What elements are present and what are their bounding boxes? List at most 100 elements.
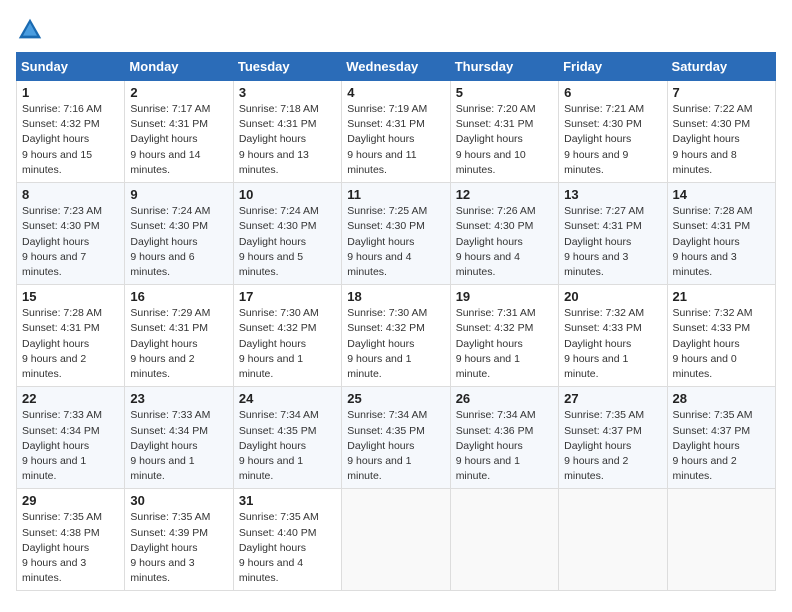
calendar-week-row: 15 Sunrise: 7:28 AM Sunset: 4:31 PM Dayl… (17, 285, 776, 387)
day-info: Sunrise: 7:16 AM Sunset: 4:32 PM Dayligh… (22, 102, 119, 178)
day-info: Sunrise: 7:34 AM Sunset: 4:36 PM Dayligh… (456, 408, 553, 484)
day-number: 28 (673, 391, 770, 406)
calendar-day-cell: 30 Sunrise: 7:35 AM Sunset: 4:39 PM Dayl… (125, 489, 233, 591)
day-number: 3 (239, 85, 336, 100)
day-info: Sunrise: 7:35 AM Sunset: 4:37 PM Dayligh… (673, 408, 770, 484)
weekday-header-cell: Thursday (450, 53, 558, 81)
calendar-day-cell: 18 Sunrise: 7:30 AM Sunset: 4:32 PM Dayl… (342, 285, 450, 387)
calendar-day-cell: 21 Sunrise: 7:32 AM Sunset: 4:33 PM Dayl… (667, 285, 775, 387)
day-info: Sunrise: 7:20 AM Sunset: 4:31 PM Dayligh… (456, 102, 553, 178)
day-number: 2 (130, 85, 227, 100)
calendar-day-cell: 2 Sunrise: 7:17 AM Sunset: 4:31 PM Dayli… (125, 81, 233, 183)
day-info: Sunrise: 7:27 AM Sunset: 4:31 PM Dayligh… (564, 204, 661, 280)
day-number: 19 (456, 289, 553, 304)
calendar-day-cell: 3 Sunrise: 7:18 AM Sunset: 4:31 PM Dayli… (233, 81, 341, 183)
day-number: 20 (564, 289, 661, 304)
calendar-day-cell: 8 Sunrise: 7:23 AM Sunset: 4:30 PM Dayli… (17, 183, 125, 285)
calendar-day-cell: 31 Sunrise: 7:35 AM Sunset: 4:40 PM Dayl… (233, 489, 341, 591)
weekday-header-cell: Tuesday (233, 53, 341, 81)
weekday-header-cell: Sunday (17, 53, 125, 81)
weekday-header-row: SundayMondayTuesdayWednesdayThursdayFrid… (17, 53, 776, 81)
calendar-day-cell: 12 Sunrise: 7:26 AM Sunset: 4:30 PM Dayl… (450, 183, 558, 285)
calendar-day-cell: 16 Sunrise: 7:29 AM Sunset: 4:31 PM Dayl… (125, 285, 233, 387)
calendar-day-cell: 14 Sunrise: 7:28 AM Sunset: 4:31 PM Dayl… (667, 183, 775, 285)
day-number: 17 (239, 289, 336, 304)
day-number: 26 (456, 391, 553, 406)
calendar-day-cell: 26 Sunrise: 7:34 AM Sunset: 4:36 PM Dayl… (450, 387, 558, 489)
day-info: Sunrise: 7:28 AM Sunset: 4:31 PM Dayligh… (22, 306, 119, 382)
day-number: 21 (673, 289, 770, 304)
calendar-day-cell (342, 489, 450, 591)
day-number: 30 (130, 493, 227, 508)
day-info: Sunrise: 7:35 AM Sunset: 4:38 PM Dayligh… (22, 510, 119, 586)
day-number: 15 (22, 289, 119, 304)
day-info: Sunrise: 7:23 AM Sunset: 4:30 PM Dayligh… (22, 204, 119, 280)
logo (16, 16, 48, 44)
calendar-day-cell: 20 Sunrise: 7:32 AM Sunset: 4:33 PM Dayl… (559, 285, 667, 387)
day-number: 16 (130, 289, 227, 304)
calendar-day-cell (559, 489, 667, 591)
calendar-day-cell: 28 Sunrise: 7:35 AM Sunset: 4:37 PM Dayl… (667, 387, 775, 489)
page-header (16, 16, 776, 44)
day-info: Sunrise: 7:19 AM Sunset: 4:31 PM Dayligh… (347, 102, 444, 178)
day-info: Sunrise: 7:24 AM Sunset: 4:30 PM Dayligh… (130, 204, 227, 280)
weekday-header-cell: Friday (559, 53, 667, 81)
day-number: 4 (347, 85, 444, 100)
calendar-week-row: 1 Sunrise: 7:16 AM Sunset: 4:32 PM Dayli… (17, 81, 776, 183)
day-info: Sunrise: 7:26 AM Sunset: 4:30 PM Dayligh… (456, 204, 553, 280)
day-info: Sunrise: 7:33 AM Sunset: 4:34 PM Dayligh… (22, 408, 119, 484)
day-number: 6 (564, 85, 661, 100)
day-info: Sunrise: 7:34 AM Sunset: 4:35 PM Dayligh… (239, 408, 336, 484)
day-info: Sunrise: 7:32 AM Sunset: 4:33 PM Dayligh… (673, 306, 770, 382)
day-info: Sunrise: 7:31 AM Sunset: 4:32 PM Dayligh… (456, 306, 553, 382)
day-info: Sunrise: 7:22 AM Sunset: 4:30 PM Dayligh… (673, 102, 770, 178)
day-number: 27 (564, 391, 661, 406)
calendar-day-cell: 7 Sunrise: 7:22 AM Sunset: 4:30 PM Dayli… (667, 81, 775, 183)
day-info: Sunrise: 7:34 AM Sunset: 4:35 PM Dayligh… (347, 408, 444, 484)
day-info: Sunrise: 7:35 AM Sunset: 4:37 PM Dayligh… (564, 408, 661, 484)
day-info: Sunrise: 7:30 AM Sunset: 4:32 PM Dayligh… (347, 306, 444, 382)
calendar-day-cell: 29 Sunrise: 7:35 AM Sunset: 4:38 PM Dayl… (17, 489, 125, 591)
calendar-week-row: 29 Sunrise: 7:35 AM Sunset: 4:38 PM Dayl… (17, 489, 776, 591)
calendar-day-cell: 24 Sunrise: 7:34 AM Sunset: 4:35 PM Dayl… (233, 387, 341, 489)
day-number: 23 (130, 391, 227, 406)
day-info: Sunrise: 7:35 AM Sunset: 4:40 PM Dayligh… (239, 510, 336, 586)
day-number: 5 (456, 85, 553, 100)
calendar-day-cell: 19 Sunrise: 7:31 AM Sunset: 4:32 PM Dayl… (450, 285, 558, 387)
day-info: Sunrise: 7:33 AM Sunset: 4:34 PM Dayligh… (130, 408, 227, 484)
calendar-day-cell (450, 489, 558, 591)
calendar-day-cell: 6 Sunrise: 7:21 AM Sunset: 4:30 PM Dayli… (559, 81, 667, 183)
day-number: 10 (239, 187, 336, 202)
calendar-day-cell (667, 489, 775, 591)
day-number: 18 (347, 289, 444, 304)
day-number: 31 (239, 493, 336, 508)
day-info: Sunrise: 7:32 AM Sunset: 4:33 PM Dayligh… (564, 306, 661, 382)
logo-icon (16, 16, 44, 44)
calendar-day-cell: 25 Sunrise: 7:34 AM Sunset: 4:35 PM Dayl… (342, 387, 450, 489)
weekday-header-cell: Wednesday (342, 53, 450, 81)
calendar-week-row: 8 Sunrise: 7:23 AM Sunset: 4:30 PM Dayli… (17, 183, 776, 285)
calendar-table: SundayMondayTuesdayWednesdayThursdayFrid… (16, 52, 776, 591)
day-number: 14 (673, 187, 770, 202)
day-number: 11 (347, 187, 444, 202)
day-number: 13 (564, 187, 661, 202)
calendar-week-row: 22 Sunrise: 7:33 AM Sunset: 4:34 PM Dayl… (17, 387, 776, 489)
weekday-header-cell: Monday (125, 53, 233, 81)
calendar-day-cell: 11 Sunrise: 7:25 AM Sunset: 4:30 PM Dayl… (342, 183, 450, 285)
day-number: 1 (22, 85, 119, 100)
calendar-day-cell: 5 Sunrise: 7:20 AM Sunset: 4:31 PM Dayli… (450, 81, 558, 183)
calendar-day-cell: 17 Sunrise: 7:30 AM Sunset: 4:32 PM Dayl… (233, 285, 341, 387)
calendar-day-cell: 9 Sunrise: 7:24 AM Sunset: 4:30 PM Dayli… (125, 183, 233, 285)
day-info: Sunrise: 7:24 AM Sunset: 4:30 PM Dayligh… (239, 204, 336, 280)
calendar-day-cell: 13 Sunrise: 7:27 AM Sunset: 4:31 PM Dayl… (559, 183, 667, 285)
calendar-day-cell: 22 Sunrise: 7:33 AM Sunset: 4:34 PM Dayl… (17, 387, 125, 489)
day-info: Sunrise: 7:35 AM Sunset: 4:39 PM Dayligh… (130, 510, 227, 586)
day-number: 22 (22, 391, 119, 406)
weekday-header-cell: Saturday (667, 53, 775, 81)
calendar-day-cell: 23 Sunrise: 7:33 AM Sunset: 4:34 PM Dayl… (125, 387, 233, 489)
day-number: 25 (347, 391, 444, 406)
day-info: Sunrise: 7:18 AM Sunset: 4:31 PM Dayligh… (239, 102, 336, 178)
day-number: 12 (456, 187, 553, 202)
calendar-body: 1 Sunrise: 7:16 AM Sunset: 4:32 PM Dayli… (17, 81, 776, 591)
day-info: Sunrise: 7:29 AM Sunset: 4:31 PM Dayligh… (130, 306, 227, 382)
